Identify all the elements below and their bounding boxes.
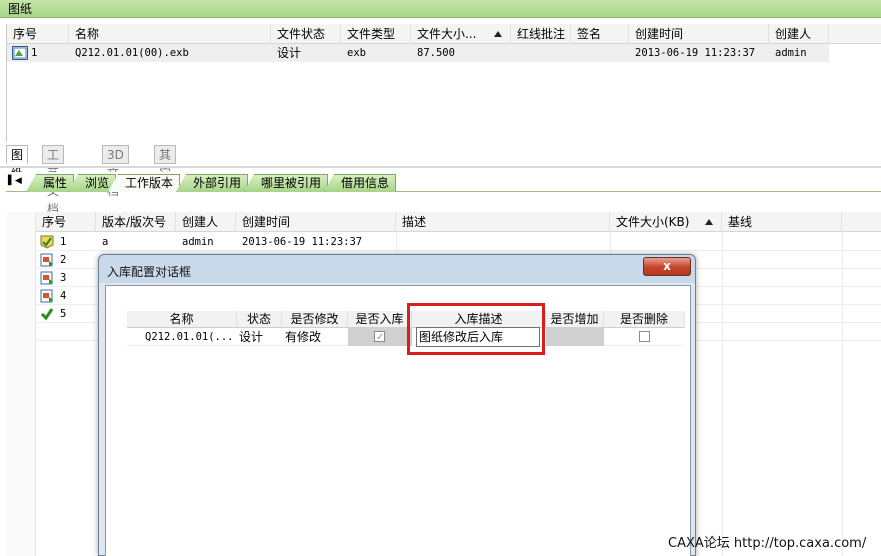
grid-line xyxy=(842,232,843,556)
dlg-row-name: Q212.01.01(... xyxy=(145,331,234,343)
row-index: 2 xyxy=(60,254,67,266)
tab-process-docs[interactable]: 工艺文档 xyxy=(42,145,65,216)
ver-col-desc[interactable]: 描述 xyxy=(396,212,610,232)
tab-drawing[interactable]: 图纸 xyxy=(6,145,29,180)
col-header-name[interactable]: 名称 xyxy=(69,24,271,44)
version-grid-header: 序号 版本/版次号 创建人 创建时间 描述 文件大小(KB) 基线 xyxy=(36,212,881,232)
row-name: Q212.01.01(00).exb xyxy=(75,47,189,59)
col-header-status[interactable]: 文件状态 xyxy=(271,24,341,44)
ver-col-size[interactable]: 文件大小(KB) xyxy=(610,212,722,232)
dlg-col-deleted[interactable]: 是否删除 xyxy=(604,311,685,328)
table-row[interactable]: 4 xyxy=(36,287,96,305)
table-row[interactable]: 1 a admin 2013-06-19 11:23:37 xyxy=(36,233,881,251)
dialog-table-header: 名称 状态 是否修改 是否入库 入库描述 是否增加 是否删除 xyxy=(127,311,685,328)
table-row[interactable]: 1 Q212.01.01(00).exb 设计 exb 87.500 2013-… xyxy=(7,44,829,62)
row-creator: admin xyxy=(775,47,807,59)
col-header-size-label: 文件大小... xyxy=(417,27,477,41)
row-header-strip xyxy=(6,212,36,556)
grid-line xyxy=(722,232,723,556)
tab-borrow-info[interactable]: 借用信息 xyxy=(324,174,397,192)
version-doc-icon xyxy=(40,289,53,303)
version-released-icon xyxy=(40,308,54,321)
row-size: 87.500 xyxy=(417,47,455,59)
col-header-created[interactable]: 创建时间 xyxy=(629,24,769,44)
dlg-row-modified: 有修改 xyxy=(285,330,322,344)
dlg-row-status: 设计 xyxy=(239,330,264,344)
col-header-size[interactable]: 文件大小... xyxy=(411,24,511,44)
delete-checkbox[interactable] xyxy=(639,331,650,342)
dlg-col-name[interactable]: 名称 xyxy=(127,311,237,328)
row-index: 4 xyxy=(60,290,67,302)
sort-ascending-icon xyxy=(705,219,713,225)
table-row[interactable]: 5 xyxy=(36,305,96,323)
ver-col-index[interactable]: 序号 xyxy=(36,212,96,232)
version-check-icon xyxy=(40,235,54,249)
row-index: 3 xyxy=(60,272,67,284)
row-status: 设计 xyxy=(277,46,302,60)
col-header-type[interactable]: 文件类型 xyxy=(341,24,411,44)
highlight-annotation xyxy=(407,303,545,355)
tab-preview[interactable]: 浏览 xyxy=(68,174,117,192)
version-doc-icon xyxy=(40,253,53,267)
version-doc-icon xyxy=(40,271,53,285)
ver-col-version[interactable]: 版本/版次号 xyxy=(96,212,176,232)
splitter[interactable] xyxy=(0,166,881,168)
checkin-checkbox[interactable] xyxy=(374,329,385,346)
panel-title: 图纸 xyxy=(0,0,881,18)
close-button[interactable]: x xyxy=(643,257,691,276)
row-version: a xyxy=(102,236,109,248)
col-header-creator[interactable]: 创建人 xyxy=(769,24,829,44)
scroll-first-icon[interactable]: ▌◀ xyxy=(8,176,22,186)
row-creator: admin xyxy=(182,236,214,248)
dlg-col-status[interactable]: 状态 xyxy=(237,311,282,328)
grid-header: 序号 名称 文件状态 文件类型 文件大小... 红线批注 签名 创建时间 创建人 xyxy=(7,24,881,44)
ver-col-created[interactable]: 创建时间 xyxy=(236,212,396,232)
drawing-grid: 序号 名称 文件状态 文件类型 文件大小... 红线批注 签名 创建时间 创建人… xyxy=(6,24,881,142)
dialog-content: 名称 状态 是否修改 是否入库 入库描述 是否增加 是否删除 Q212.01.0… xyxy=(105,285,691,556)
row-index: 5 xyxy=(60,308,67,320)
row-created: 2013-06-19 11:23:37 xyxy=(242,236,363,248)
property-tab-strip: 属性 浏览 工作版本 外部引用 哪里被引用 借用信息 xyxy=(6,172,881,192)
tab-working-version[interactable]: 工作版本 xyxy=(108,174,181,192)
col-header-signature[interactable]: 签名 xyxy=(571,24,629,44)
dlg-col-modified[interactable]: 是否修改 xyxy=(282,311,348,328)
table-row[interactable]: Q212.01.01(... 设计 有修改 xyxy=(127,328,685,346)
table-row[interactable]: 2 xyxy=(36,251,96,269)
dialog-title: 入库配置对话框 xyxy=(107,265,192,279)
tab-other[interactable]: 其它 xyxy=(154,145,177,180)
col-header-index[interactable]: 序号 xyxy=(7,24,69,44)
row-index: 1 xyxy=(31,47,38,59)
tab-where-used[interactable]: 哪里被引用 xyxy=(244,174,329,192)
dlg-col-checkin[interactable]: 是否入库 xyxy=(348,311,412,328)
ver-col-size-label: 文件大小(KB) xyxy=(616,215,690,229)
row-index: 1 xyxy=(60,236,67,248)
dlg-row-checkin-cell xyxy=(348,328,412,346)
tab-external-refs[interactable]: 外部引用 xyxy=(176,174,249,192)
col-header-redline[interactable]: 红线批注 xyxy=(511,24,571,44)
dlg-row-added xyxy=(546,328,604,346)
row-created: 2013-06-19 11:23:37 xyxy=(635,47,756,59)
ver-col-creator[interactable]: 创建人 xyxy=(176,212,236,232)
ver-col-baseline[interactable]: 基线 xyxy=(722,212,842,232)
tab-3d-docs[interactable]: 3D文档 xyxy=(102,145,129,198)
row-type: exb xyxy=(347,47,366,59)
sort-ascending-icon xyxy=(494,31,502,37)
dlg-row-deleted-cell xyxy=(604,328,685,346)
checkin-config-dialog: 入库配置对话框 x 名称 状态 是否修改 是否入库 入库描述 是否增加 是否删除… xyxy=(98,254,696,556)
dlg-col-added[interactable]: 是否增加 xyxy=(546,311,604,328)
table-row[interactable]: 3 xyxy=(36,269,96,287)
tab-properties[interactable]: 属性 xyxy=(26,174,75,192)
watermark: CAXA论坛 http://top.caxa.com/ xyxy=(668,536,867,551)
